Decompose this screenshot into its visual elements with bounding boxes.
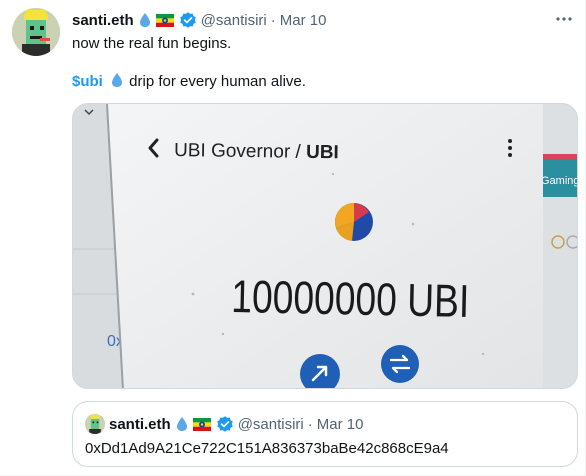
quoted-avatar <box>85 414 105 434</box>
tweet-header: santi.eth @santisiri · Mar 10 <box>72 10 326 30</box>
ubi-logo-icon <box>335 203 373 241</box>
ethiopia-flag-icon <box>155 13 174 27</box>
author-name[interactable]: santi.eth <box>72 12 134 29</box>
separator-dot: · <box>307 415 313 433</box>
svg-text:UBI Governor / UBI: UBI Governor / UBI <box>174 140 339 163</box>
droplet-icon <box>176 416 188 432</box>
background-side-label: Gaming <box>541 175 578 187</box>
separator-dot: · <box>270 11 276 29</box>
tweet-photo[interactable]: 0x Gaming n UBI Governor / UBI <box>72 103 578 389</box>
verified-badge-icon <box>216 415 234 433</box>
tweet-date[interactable]: Mar 10 <box>280 12 327 29</box>
tweet-text-rest: drip for every human alive. <box>125 73 306 90</box>
quoted-tweet-header: santi.eth @santisiri · Mar 10 <box>85 414 363 434</box>
tweet-card[interactable]: santi.eth @santisiri · Mar 10 now the re… <box>0 0 586 476</box>
quoted-tweet[interactable]: santi.eth @santisiri · Mar 10 0xDd1Ad9A2 <box>72 401 578 467</box>
quoted-author-handle: @santisiri <box>237 415 304 433</box>
droplet-icon <box>139 12 151 28</box>
cashtag-link[interactable]: $ubi <box>72 73 103 90</box>
quoted-author-name: santi.eth <box>109 415 171 433</box>
screen-title-bold: UBI <box>306 142 339 163</box>
screen-title: UBI Governor / <box>174 140 306 163</box>
more-icon[interactable] <box>553 8 575 30</box>
verified-badge-icon <box>179 11 197 29</box>
tweet-text-line-2: $ubi drip for every human alive. <box>72 72 306 92</box>
kebab-icon <box>508 139 512 157</box>
tweet-text-line-1: now the real fun begins. <box>72 35 232 52</box>
droplet-icon <box>111 72 123 88</box>
swap-button[interactable] <box>381 345 419 383</box>
avatar[interactable] <box>12 8 60 56</box>
author-handle[interactable]: @santisiri <box>201 12 267 29</box>
ethiopia-flag-icon <box>192 417 211 431</box>
quoted-tweet-text: 0xDd1Ad9A21Ce722C151A836373baBe42c868cE9… <box>85 440 449 457</box>
ubi-amount: 10000000 UBI <box>231 270 470 327</box>
quoted-tweet-date: Mar 10 <box>316 415 364 433</box>
